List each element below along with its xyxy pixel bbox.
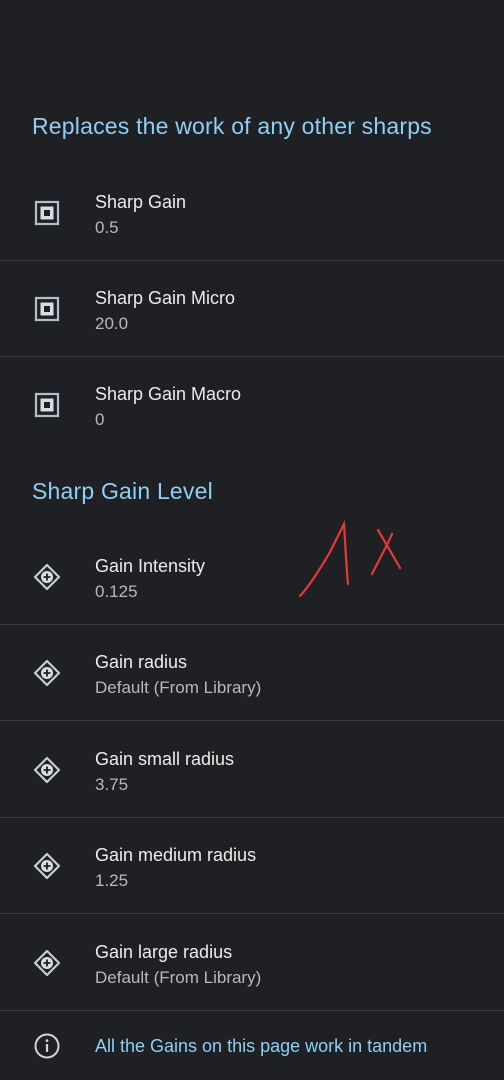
footer-info-note: All the Gains on this page work in tande… <box>0 1012 504 1080</box>
pref-gain-intensity[interactable]: Gain Intensity 0.125 <box>0 529 504 625</box>
pref-summary: 0.5 <box>95 218 119 237</box>
divider <box>0 913 504 914</box>
pref-summary: 0 <box>95 410 105 429</box>
square-button-icon <box>34 200 60 226</box>
divider <box>0 720 504 721</box>
diamond-plus-icon <box>33 852 61 880</box>
info-icon <box>34 1033 60 1059</box>
pref-title: Gain small radius <box>95 749 235 769</box>
pref-summary: 20.0 <box>95 314 129 333</box>
pref-sharp-gain-micro[interactable]: Sharp Gain Micro 20.0 <box>0 261 504 357</box>
pref-gain-radius[interactable]: Gain radius Default (From Library) <box>0 625 504 721</box>
pref-sharp-gain[interactable]: Sharp Gain 0.5 <box>0 165 504 261</box>
pref-title: Gain radius <box>95 652 188 672</box>
diamond-plus-icon <box>33 563 61 591</box>
diamond-plus-icon <box>33 756 61 784</box>
handwritten-annotation <box>298 519 402 598</box>
footer-note-text: All the Gains on this page work in tande… <box>95 1036 428 1056</box>
pref-summary: 1.25 <box>95 871 129 890</box>
pref-summary: Default (From Library) <box>95 968 262 987</box>
pref-summary: 0.125 <box>95 582 138 601</box>
section-title-level: Sharp Gain Level <box>32 478 213 504</box>
section-title-replaces: Replaces the work of any other sharps <box>32 113 432 139</box>
pref-title: Gain medium radius <box>95 845 257 865</box>
pref-title: Gain Intensity <box>95 556 206 576</box>
square-button-icon <box>34 392 60 418</box>
diamond-plus-icon <box>33 659 61 687</box>
pref-title: Sharp Gain <box>95 192 187 212</box>
pref-gain-small-radius[interactable]: Gain small radius 3.75 <box>0 722 504 818</box>
pref-title: Sharp Gain Micro <box>95 288 236 308</box>
pref-gain-large-radius[interactable]: Gain large radius Default (From Library) <box>0 915 504 1011</box>
divider <box>0 1010 504 1011</box>
pref-title: Gain large radius <box>95 942 233 962</box>
pref-title: Sharp Gain Macro <box>95 384 242 404</box>
square-button-icon <box>34 296 60 322</box>
diamond-plus-icon <box>33 949 61 977</box>
pref-sharp-gain-macro[interactable]: Sharp Gain Macro 0 <box>0 357 504 453</box>
pref-summary: Default (From Library) <box>95 678 262 697</box>
pref-summary: 3.75 <box>95 775 129 794</box>
pref-gain-medium-radius[interactable]: Gain medium radius 1.25 <box>0 818 504 914</box>
